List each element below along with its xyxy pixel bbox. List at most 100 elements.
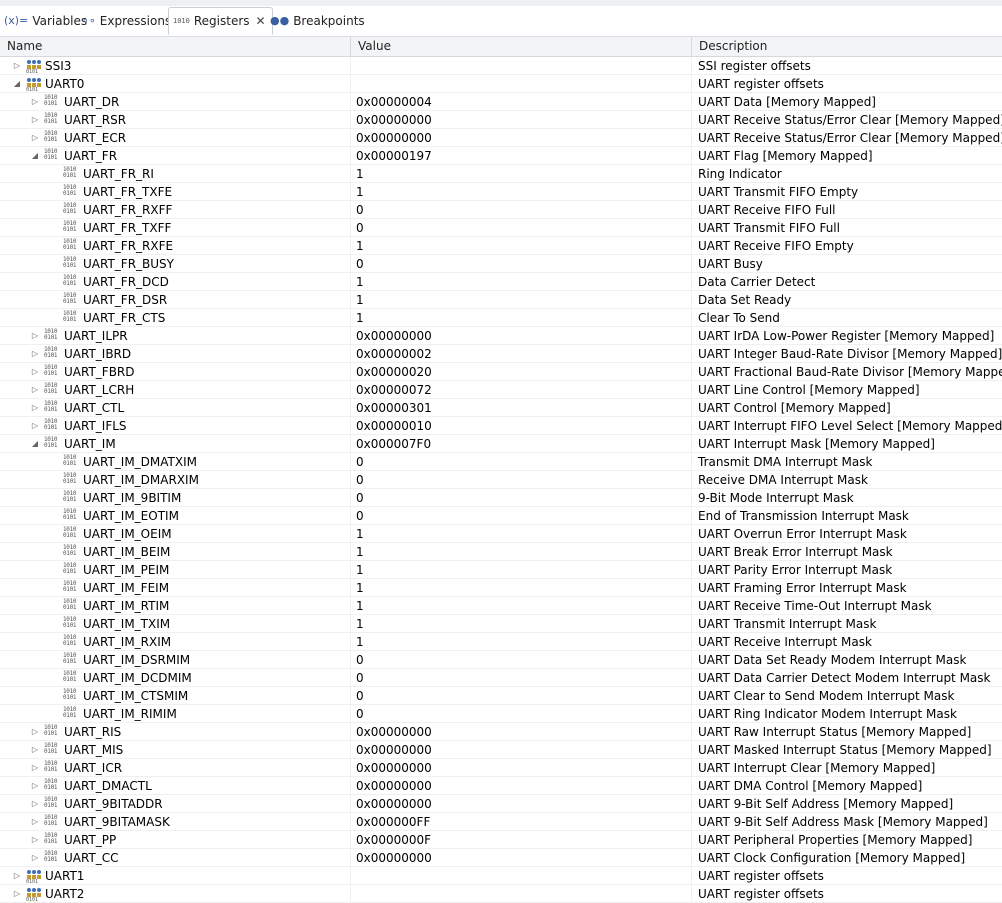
table-row[interactable]: ◢ 1010 0101 UART_FR 0x00000197 UART Flag [Mem… <box>0 147 1002 165</box>
collapsed-arrow-icon[interactable]: ▷ <box>30 399 40 416</box>
table-row[interactable]: 1010 0101 UART_FR_RXFE 1 UART Receive FIFO E… <box>0 237 1002 255</box>
collapsed-arrow-icon[interactable]: ▷ <box>30 849 40 866</box>
table-row[interactable]: 1010 0101 UART_IM_DMATXIM 0 Transmit DMA Int… <box>0 453 1002 471</box>
collapsed-arrow-icon[interactable]: ▷ <box>30 741 40 758</box>
collapsed-arrow-icon[interactable]: ▷ <box>12 57 22 74</box>
table-row[interactable]: 1010 0101 UART_FR_DSR 1 Data Set Ready <box>0 291 1002 309</box>
table-row[interactable]: 1010 0101 UART_IM_PEIM 1 UART Parity Error I… <box>0 561 1002 579</box>
row-value[interactable]: 1 <box>350 165 691 182</box>
table-row[interactable]: 1010 0101 UART_IM_RIMIM 0 UART Ring Indicato… <box>0 705 1002 723</box>
row-value[interactable]: 1 <box>350 183 691 200</box>
row-value[interactable]: 0 <box>350 669 691 686</box>
table-row[interactable]: 1010 0101 UART_FR_TXFE 1 UART Transmit FIFO … <box>0 183 1002 201</box>
row-value[interactable]: 0 <box>350 219 691 236</box>
expanded-arrow-icon[interactable]: ◢ <box>30 147 40 164</box>
table-row[interactable]: ▷ 0101 UART1 UART register offsets <box>0 867 1002 885</box>
collapsed-arrow-icon[interactable]: ▷ <box>30 813 40 830</box>
table-row[interactable]: ▷ 1010 0101 UART_ILPR 0x00000000 UART IrDA Lo… <box>0 327 1002 345</box>
collapsed-arrow-icon[interactable]: ▷ <box>30 381 40 398</box>
table-row[interactable]: ▷ 1010 0101 UART_ICR 0x00000000 UART Interrup… <box>0 759 1002 777</box>
expanded-arrow-icon[interactable]: ◢ <box>12 75 22 92</box>
row-value[interactable]: 1 <box>350 237 691 254</box>
row-value[interactable]: 1 <box>350 597 691 614</box>
table-row[interactable]: ▷ 1010 0101 UART_9BITAMASK 0x000000FF UART 9-… <box>0 813 1002 831</box>
table-row[interactable]: ▷ 1010 0101 UART_RIS 0x00000000 UART Raw Inte… <box>0 723 1002 741</box>
table-row[interactable]: 1010 0101 UART_FR_TXFF 0 UART Transmit FIFO … <box>0 219 1002 237</box>
collapsed-arrow-icon[interactable]: ▷ <box>12 885 22 902</box>
row-value[interactable]: 0x00000000 <box>350 327 691 344</box>
row-value[interactable] <box>350 885 691 902</box>
row-value[interactable]: 0x00000072 <box>350 381 691 398</box>
row-value[interactable]: 1 <box>350 615 691 632</box>
collapsed-arrow-icon[interactable]: ▷ <box>30 777 40 794</box>
row-value[interactable]: 0x00000000 <box>350 723 691 740</box>
table-row[interactable]: ▷ 1010 0101 UART_DMACTL 0x00000000 UART DMA C… <box>0 777 1002 795</box>
row-value[interactable]: 0 <box>350 651 691 668</box>
table-row[interactable]: 1010 0101 UART_IM_RXIM 1 UART Receive Interr… <box>0 633 1002 651</box>
collapsed-arrow-icon[interactable]: ▷ <box>12 867 22 884</box>
row-value[interactable]: 0 <box>350 507 691 524</box>
table-row[interactable]: ▷ 0101 UART2 UART register offsets <box>0 885 1002 903</box>
table-row[interactable]: 1010 0101 UART_IM_OEIM 1 UART Overrun Error … <box>0 525 1002 543</box>
table-row[interactable]: 1010 0101 UART_IM_RTIM 1 UART Receive Time-O… <box>0 597 1002 615</box>
table-row[interactable]: 1010 0101 UART_IM_FEIM 1 UART Framing Error … <box>0 579 1002 597</box>
table-row[interactable]: ▷ 1010 0101 UART_DR 0x00000004 UART Data [Mem… <box>0 93 1002 111</box>
row-value[interactable]: 0 <box>350 705 691 722</box>
row-value[interactable]: 0x000000FF <box>350 813 691 830</box>
row-value[interactable]: 0x00000000 <box>350 849 691 866</box>
table-row[interactable]: ▷ 1010 0101 UART_CTL 0x00000301 UART Control … <box>0 399 1002 417</box>
row-value[interactable]: 0x00000004 <box>350 93 691 110</box>
tab-expressions[interactable]: ∘∘ Expressions <box>82 8 171 33</box>
row-value[interactable]: 0 <box>350 453 691 470</box>
table-row[interactable]: ▷ 1010 0101 UART_CC 0x00000000 UART Clock Con… <box>0 849 1002 867</box>
collapsed-arrow-icon[interactable]: ▷ <box>30 795 40 812</box>
tab-breakpoints[interactable]: ●● Breakpoints <box>270 8 365 33</box>
collapsed-arrow-icon[interactable]: ▷ <box>30 327 40 344</box>
row-value[interactable]: 1 <box>350 273 691 290</box>
column-header-value[interactable]: Value <box>350 37 691 56</box>
collapsed-arrow-icon[interactable]: ▷ <box>30 363 40 380</box>
table-row[interactable]: 1010 0101 UART_FR_DCD 1 Data Carrier Detect <box>0 273 1002 291</box>
row-value[interactable]: 1 <box>350 291 691 308</box>
collapsed-arrow-icon[interactable]: ▷ <box>30 93 40 110</box>
row-value[interactable]: 0x00000301 <box>350 399 691 416</box>
table-row[interactable]: ▷ 0101 SSI3 SSI register offsets <box>0 57 1002 75</box>
collapsed-arrow-icon[interactable]: ▷ <box>30 345 40 362</box>
row-value[interactable]: 0x00000000 <box>350 759 691 776</box>
collapsed-arrow-icon[interactable]: ▷ <box>30 759 40 776</box>
row-value[interactable]: 1 <box>350 309 691 326</box>
row-value[interactable]: 0 <box>350 201 691 218</box>
row-value[interactable]: 1 <box>350 633 691 650</box>
row-value[interactable]: 0 <box>350 489 691 506</box>
row-value[interactable]: 0x0000000F <box>350 831 691 848</box>
table-row[interactable]: ◢ 0101 UART0 UART register offsets <box>0 75 1002 93</box>
row-value[interactable]: 1 <box>350 543 691 560</box>
table-row[interactable]: 1010 0101 UART_IM_CTSMIM 0 UART Clear to Sen… <box>0 687 1002 705</box>
table-row[interactable]: 1010 0101 UART_IM_9BITIM 0 9-Bit Mode Interr… <box>0 489 1002 507</box>
table-row[interactable]: 1010 0101 UART_IM_DSRMIM 0 UART Data Set Rea… <box>0 651 1002 669</box>
tab-variables[interactable]: (x)= Variables <box>4 8 87 33</box>
row-value[interactable]: 0x000007F0 <box>350 435 691 452</box>
table-row[interactable]: ▷ 1010 0101 UART_MIS 0x00000000 UART Masked I… <box>0 741 1002 759</box>
row-value[interactable]: 0x00000002 <box>350 345 691 362</box>
collapsed-arrow-icon[interactable]: ▷ <box>30 723 40 740</box>
row-value[interactable]: 1 <box>350 579 691 596</box>
row-value[interactable]: 0 <box>350 471 691 488</box>
row-value[interactable] <box>350 867 691 884</box>
table-row[interactable]: ▷ 1010 0101 UART_IFLS 0x00000010 UART Interru… <box>0 417 1002 435</box>
row-value[interactable]: 1 <box>350 561 691 578</box>
collapsed-arrow-icon[interactable]: ▷ <box>30 831 40 848</box>
row-value[interactable] <box>350 57 691 74</box>
row-value[interactable] <box>350 75 691 92</box>
row-value[interactable]: 0 <box>350 255 691 272</box>
close-icon[interactable]: ✕ <box>256 14 266 28</box>
table-row[interactable]: 1010 0101 UART_FR_BUSY 0 UART Busy <box>0 255 1002 273</box>
row-value[interactable]: 0x00000020 <box>350 363 691 380</box>
table-row[interactable]: ▷ 1010 0101 UART_IBRD 0x00000002 UART Integer… <box>0 345 1002 363</box>
row-value[interactable]: 0x00000000 <box>350 741 691 758</box>
table-row[interactable]: 1010 0101 UART_FR_RI 1 Ring Indicator <box>0 165 1002 183</box>
collapsed-arrow-icon[interactable]: ▷ <box>30 129 40 146</box>
column-header-name[interactable]: Name <box>0 37 350 56</box>
table-row[interactable]: ▷ 1010 0101 UART_9BITADDR 0x00000000 UART 9-B… <box>0 795 1002 813</box>
table-row[interactable]: ▷ 1010 0101 UART_ECR 0x00000000 UART Receive … <box>0 129 1002 147</box>
